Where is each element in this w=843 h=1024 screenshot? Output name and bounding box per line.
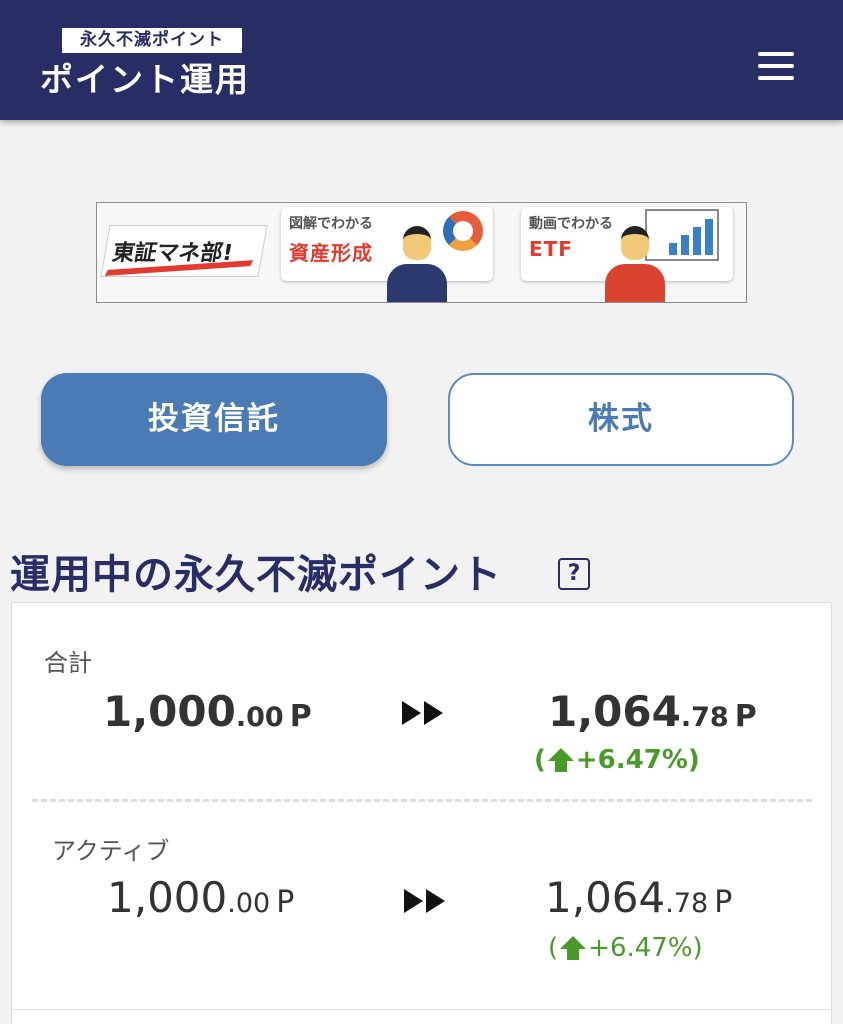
banner-card1-big: 資産形成 <box>289 241 373 265</box>
active-to-dec: .78 <box>665 888 709 919</box>
banner-brand: 東証マネ部! <box>110 241 235 266</box>
row-label-total: 合計 <box>44 649 92 677</box>
fast-forward-icon <box>402 701 448 725</box>
app-header: 永久不滅ポイント ポイント運用 <box>0 0 843 120</box>
hamburger-menu-icon[interactable] <box>756 52 796 80</box>
points-summary-card: 合計 1,000.00 P 1,064.78 P (+6.47%) アクティブ 1,… <box>11 602 833 1024</box>
dashed-divider <box>32 799 812 802</box>
logo-subtitle: 永久不滅ポイント <box>62 28 242 53</box>
row-label-active: アクティブ <box>52 837 170 865</box>
active-to-unit: P <box>714 885 733 920</box>
active-change-value: +6.47%) <box>588 933 703 963</box>
active-change: ( +6.47%) <box>548 933 703 963</box>
active-change-open: ( <box>548 933 559 963</box>
total-from-amount: 1,000.00 P <box>103 687 312 736</box>
up-arrow-icon <box>560 936 587 960</box>
businessman-illustration <box>387 226 447 302</box>
banner-card2-big: ETF <box>529 237 573 261</box>
banner-card2-small: 動画でわかる <box>529 216 613 232</box>
fast-forward-icon <box>404 889 450 913</box>
up-arrow-icon <box>547 748 574 772</box>
total-from-unit: P <box>289 699 312 734</box>
active-from-int: 1,000 <box>107 873 228 922</box>
active-to-amount: 1,064.78 P <box>545 873 732 922</box>
question-icon[interactable]: ? <box>558 558 590 590</box>
total-from-dec: .00 <box>235 702 284 733</box>
tab-stocks[interactable]: 株式 <box>448 373 794 466</box>
total-to-amount: 1,064.78 P <box>548 687 757 736</box>
presenter-illustration <box>605 226 665 302</box>
banner-card1-small: 図解でわかる <box>289 216 373 232</box>
section-title: 運用中の永久不滅ポイント <box>10 552 502 598</box>
active-from-amount: 1,000.00 P <box>107 873 294 922</box>
active-from-unit: P <box>276 885 295 920</box>
total-to-int: 1,064 <box>548 687 681 736</box>
row-divider <box>12 1009 833 1010</box>
total-to-dec: .78 <box>680 702 729 733</box>
total-change-open: ( <box>534 745 546 775</box>
promo-banner[interactable]: 東証マネ部! 図解でわかる 資産形成 動画でわかる ETF <box>96 202 747 303</box>
tab-investment-trust[interactable]: 投資信託 <box>41 373 387 466</box>
active-to-int: 1,064 <box>545 873 666 922</box>
logo-title[interactable]: ポイント運用 <box>40 58 250 102</box>
total-from-int: 1,000 <box>103 687 236 736</box>
total-to-unit: P <box>734 699 757 734</box>
active-from-dec: .00 <box>227 888 271 919</box>
donut-chart-icon <box>443 211 483 251</box>
total-change: ( +6.47%) <box>534 745 700 775</box>
total-change-value: +6.47%) <box>575 745 700 775</box>
